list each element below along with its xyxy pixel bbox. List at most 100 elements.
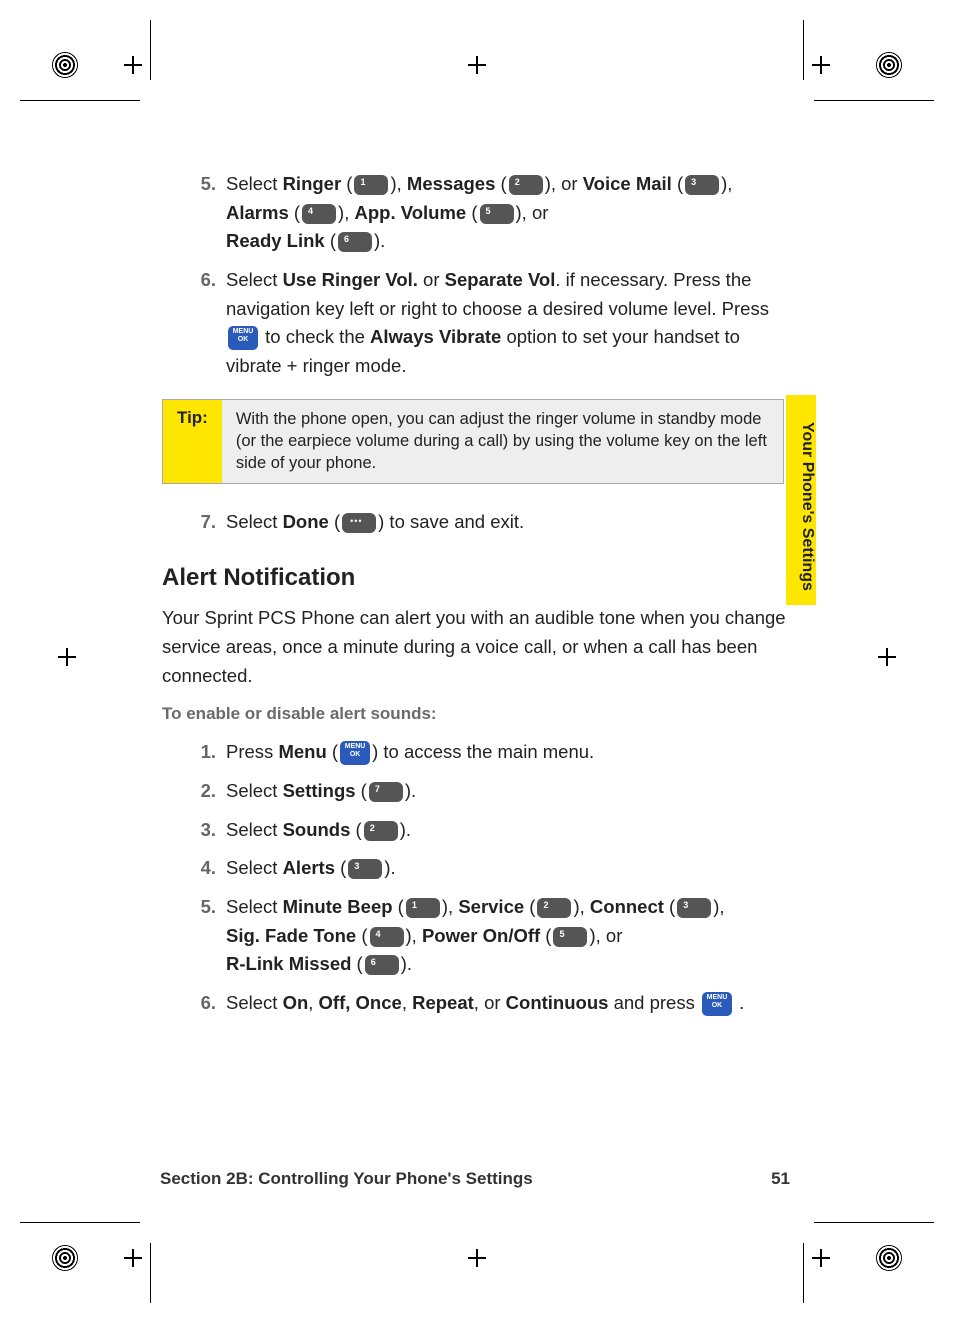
step-number: 7.	[180, 508, 226, 537]
text: Select	[226, 819, 283, 840]
bold-rlink: R-Link Missed	[226, 953, 351, 974]
bold-appvolume: App. Volume	[355, 202, 467, 223]
text: Select	[226, 269, 283, 290]
bold-always-vibrate: Always Vibrate	[370, 326, 501, 347]
key-3-icon	[348, 859, 382, 879]
text: Select	[226, 173, 283, 194]
crop-cross	[124, 1249, 142, 1267]
crop-line	[20, 1222, 140, 1223]
text: Press	[226, 741, 278, 762]
bold-off-once: Off, Once	[319, 992, 402, 1013]
step-body: Select On, Off, Once, Repeat, or Continu…	[226, 989, 790, 1018]
step-body: Select Done () to save and exit.	[226, 508, 790, 537]
crop-line	[814, 100, 934, 101]
bold-sounds: Sounds	[283, 819, 351, 840]
page-footer: Section 2B: Controlling Your Phone's Set…	[160, 1169, 790, 1189]
text: and press	[608, 992, 700, 1013]
key-3-icon	[685, 175, 719, 195]
step-number: 5.	[180, 893, 226, 979]
crop-line	[814, 1222, 934, 1223]
footer-section: Section 2B: Controlling Your Phone's Set…	[160, 1169, 533, 1189]
key-6-icon	[365, 955, 399, 975]
bold-messages: Messages	[407, 173, 495, 194]
bstep-1: 1. Press Menu (MENUOK) to access the mai…	[180, 738, 790, 767]
bold-sigfade: Sig. Fade Tone	[226, 925, 356, 946]
menu-ok-icon: MENUOK	[702, 992, 732, 1016]
step-body: Select Minute Beep (), Service (), Conne…	[226, 893, 790, 979]
bold-minute-beep: Minute Beep	[283, 896, 393, 917]
text: Select	[226, 857, 283, 878]
bold-on: On	[283, 992, 309, 1013]
bold-alarms: Alarms	[226, 202, 289, 223]
key-2-icon	[537, 898, 571, 918]
step-number: 6.	[180, 266, 226, 381]
bstep-2: 2. Select Settings ().	[180, 777, 790, 806]
step-number: 2.	[180, 777, 226, 806]
registration-mark	[876, 52, 902, 78]
key-dots-icon	[342, 513, 376, 533]
tip-label: Tip:	[163, 400, 222, 483]
text: , or	[474, 992, 506, 1013]
registration-mark	[52, 52, 78, 78]
bold-menu: Menu	[278, 741, 326, 762]
bold-done: Done	[283, 511, 329, 532]
tip-text: With the phone open, you can adjust the …	[222, 400, 783, 483]
text: Select	[226, 780, 283, 801]
bold-power: Power On/Off	[422, 925, 540, 946]
key-6-icon	[338, 232, 372, 252]
crop-line	[803, 20, 804, 80]
crop-cross	[812, 1249, 830, 1267]
crop-cross	[468, 56, 486, 74]
key-5-icon	[480, 204, 514, 224]
text: Select	[226, 992, 283, 1013]
text: , or	[522, 202, 549, 223]
crop-line	[20, 100, 140, 101]
menu-ok-icon: MENUOK	[340, 741, 370, 765]
bold-settings: Settings	[283, 780, 356, 801]
key-4-icon	[302, 204, 336, 224]
bold-alerts: Alerts	[283, 857, 335, 878]
text: to access the main menu.	[378, 741, 594, 762]
crop-cross	[58, 648, 76, 666]
crop-cross	[468, 1249, 486, 1267]
crop-cross	[124, 56, 142, 74]
step-body: Select Sounds ().	[226, 816, 790, 845]
crop-cross	[812, 56, 830, 74]
step-5: 5. Select Ringer (), Messages (), or Voi…	[180, 170, 790, 256]
step-7: 7. Select Done () to save and exit.	[180, 508, 790, 537]
crop-line	[803, 1243, 804, 1303]
menu-ok-icon: MENUOK	[228, 326, 258, 350]
footer-page-number: 51	[771, 1169, 790, 1189]
bold-separate-vol: Separate Vol	[445, 269, 556, 290]
key-1-icon	[406, 898, 440, 918]
step-body: Select Settings ().	[226, 777, 790, 806]
crop-line	[150, 20, 151, 80]
bold-repeat: Repeat	[412, 992, 474, 1013]
key-7-icon	[369, 782, 403, 802]
key-3-icon	[677, 898, 711, 918]
intro-paragraph: Your Sprint PCS Phone can alert you with…	[162, 604, 790, 690]
step-body: Select Ringer (), Messages (), or Voice …	[226, 170, 790, 256]
bold-continuous: Continuous	[506, 992, 609, 1013]
step-6: 6. Select Use Ringer Vol. or Separate Vo…	[180, 266, 790, 381]
tip-box: Tip: With the phone open, you can adjust…	[162, 399, 784, 484]
registration-mark	[52, 1245, 78, 1271]
step-body: Select Use Ringer Vol. or Separate Vol. …	[226, 266, 790, 381]
step-body: Press Menu (MENUOK) to access the main m…	[226, 738, 790, 767]
crop-line	[150, 1243, 151, 1303]
step-number: 1.	[180, 738, 226, 767]
text: or	[418, 269, 445, 290]
key-2-icon	[364, 821, 398, 841]
key-1-icon	[354, 175, 388, 195]
bstep-5: 5. Select Minute Beep (), Service (), Co…	[180, 893, 790, 979]
page-content: 5. Select Ringer (), Messages (), or Voi…	[180, 170, 790, 1028]
bstep-4: 4. Select Alerts ().	[180, 854, 790, 883]
text: Select	[226, 511, 283, 532]
text: to check the	[260, 326, 370, 347]
step-number: 4.	[180, 854, 226, 883]
bstep-3: 3. Select Sounds ().	[180, 816, 790, 845]
bold-use-ringer-vol: Use Ringer Vol.	[283, 269, 418, 290]
bold-service: Service	[458, 896, 524, 917]
bold-connect: Connect	[590, 896, 664, 917]
bold-voicemail: Voice Mail	[583, 173, 672, 194]
